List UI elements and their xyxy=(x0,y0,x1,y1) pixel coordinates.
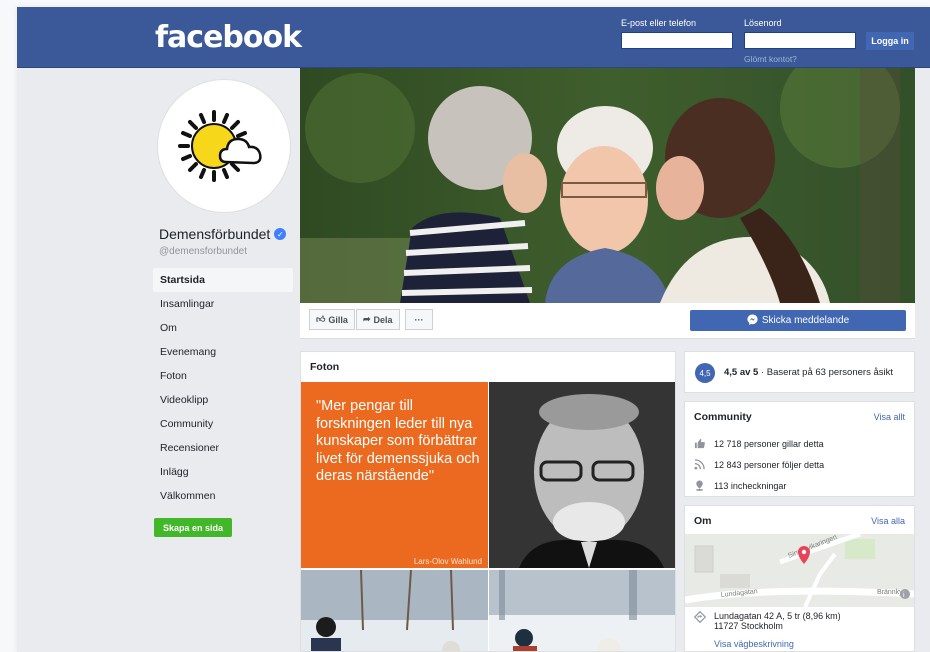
community-see-all-link[interactable]: Visa allt xyxy=(874,412,905,422)
password-label: Lösenord xyxy=(744,18,782,28)
nav-item-videoklipp[interactable]: Videoklipp xyxy=(153,388,293,412)
community-checkins-text: 113 incheckningar xyxy=(714,480,787,491)
nav-item-inlagg[interactable]: Inlägg xyxy=(153,460,293,484)
portrait-image xyxy=(489,382,675,568)
get-directions-link[interactable]: Visa vägbeskrivning xyxy=(714,639,794,649)
send-message-button[interactable]: Skicka meddelande xyxy=(690,310,906,331)
nav-item-foton[interactable]: Foton xyxy=(153,364,293,388)
share-arrow-icon: ➦ xyxy=(363,314,371,324)
nav-item-om[interactable]: Om xyxy=(153,316,293,340)
nav-item-community[interactable]: Community xyxy=(153,412,293,436)
rss-follow-icon xyxy=(694,459,705,470)
community-likes-text: 12 718 personer gillar detta xyxy=(714,438,824,449)
email-field[interactable] xyxy=(621,32,733,49)
like-button[interactable]: 👍︎ Gilla xyxy=(309,309,355,330)
about-see-all-link[interactable]: Visa alla xyxy=(871,516,905,526)
facebook-logo[interactable]: facebook xyxy=(155,20,302,55)
winter-photo-image xyxy=(301,570,488,651)
thumbs-up-icon: 👍︎ xyxy=(316,314,326,324)
login-button[interactable]: Logga in xyxy=(866,32,914,50)
community-likes-row: 12 718 personer gillar detta xyxy=(694,438,824,449)
page-nav: Startsida Insamlingar Om Evenemang Foton… xyxy=(153,268,293,508)
community-follows-row: 12 843 personer följer detta xyxy=(694,459,824,470)
thumbs-up-icon xyxy=(694,438,705,449)
page-frame: facebook E-post eller telefon Lösenord L… xyxy=(17,7,930,652)
rating-summary[interactable]: 4,5 av 5 · Baserat på 63 personers åsikt xyxy=(724,367,893,378)
photos-card: Foton "Mer pengar till forskningen leder… xyxy=(300,351,676,652)
cover-photo[interactable] xyxy=(300,68,915,303)
nav-item-insamlingar[interactable]: Insamlingar xyxy=(153,292,293,316)
share-button[interactable]: ➦ Dela xyxy=(356,309,400,330)
location-map[interactable]: Lundagatan Sinnervikaringen Brännkyr i xyxy=(685,534,914,607)
rating-badge: 4,5 xyxy=(695,363,715,383)
create-page-button[interactable]: Skapa en sida xyxy=(154,518,232,537)
photo-winter-1[interactable] xyxy=(301,570,488,651)
about-title[interactable]: Om xyxy=(694,515,712,527)
address-block: Lundagatan 42 A, 5 tr (8,96 km) 11727 St… xyxy=(693,610,841,631)
quote-text: "Mer pengar till forskningen leder till … xyxy=(316,398,480,484)
page-name-text: Demensförbundet xyxy=(159,226,271,242)
community-card: Community Visa allt 12 718 personer gill… xyxy=(684,401,915,497)
community-checkins-row: 113 incheckningar xyxy=(694,480,786,491)
address-line-2: 11727 Stockholm xyxy=(714,621,783,631)
messenger-icon xyxy=(747,313,758,328)
photo-portrait[interactable] xyxy=(489,382,675,568)
rating-basis: · Baserat på 63 personers åsikt xyxy=(758,367,893,378)
page-username[interactable]: @demensforbundet xyxy=(159,246,247,257)
photos-title[interactable]: Foton xyxy=(310,361,339,373)
about-card: Om Visa alla Lundagatan Sinnervikaringen… xyxy=(684,505,915,652)
profile-picture[interactable] xyxy=(157,79,291,213)
community-title[interactable]: Community xyxy=(694,411,752,423)
community-follows-text: 12 843 personer följer detta xyxy=(714,459,825,470)
nav-item-startsida[interactable]: Startsida xyxy=(153,268,293,292)
nav-item-valkommen[interactable]: Välkommen xyxy=(153,484,293,508)
winter-photo-image xyxy=(489,570,675,651)
page-title: Demensförbundet ✓ xyxy=(159,226,287,242)
page-action-bar: 👍︎ Gilla ➦ Dela ··· Skicka meddelande xyxy=(300,303,915,339)
share-label: Dela xyxy=(373,314,393,325)
address-line-1: Lundagatan 42 A, 5 tr (8,96 km) xyxy=(714,611,841,621)
like-label: Gilla xyxy=(328,314,348,325)
nav-item-recensioner[interactable]: Recensioner xyxy=(153,436,293,460)
rating-card: 4,5 4,5 av 5 · Baserat på 63 personers å… xyxy=(684,351,915,393)
nav-item-evenemang[interactable]: Evenemang xyxy=(153,340,293,364)
password-field[interactable] xyxy=(744,32,856,49)
photo-winter-2[interactable] xyxy=(489,570,675,651)
send-message-label: Skicka meddelande xyxy=(761,315,850,326)
photo-quote[interactable]: "Mer pengar till forskningen leder till … xyxy=(301,382,488,568)
sun-cloud-logo-icon xyxy=(178,110,262,182)
cover-image xyxy=(300,68,915,303)
top-bar: facebook E-post eller telefon Lösenord L… xyxy=(17,7,930,68)
location-pin-icon xyxy=(694,480,705,491)
forgot-account-link[interactable]: Glömt kontot? xyxy=(744,54,797,64)
email-label: E-post eller telefon xyxy=(621,18,697,28)
quote-author: Lars-Olov Wahlund xyxy=(413,557,482,566)
map-image: Lundagatan Sinnervikaringen Brännkyr i xyxy=(685,534,914,607)
verified-badge-icon: ✓ xyxy=(274,228,287,240)
rating-score: 4,5 av 5 xyxy=(724,367,759,378)
more-options-button[interactable]: ··· xyxy=(405,309,433,330)
directions-diamond-icon xyxy=(693,610,707,631)
